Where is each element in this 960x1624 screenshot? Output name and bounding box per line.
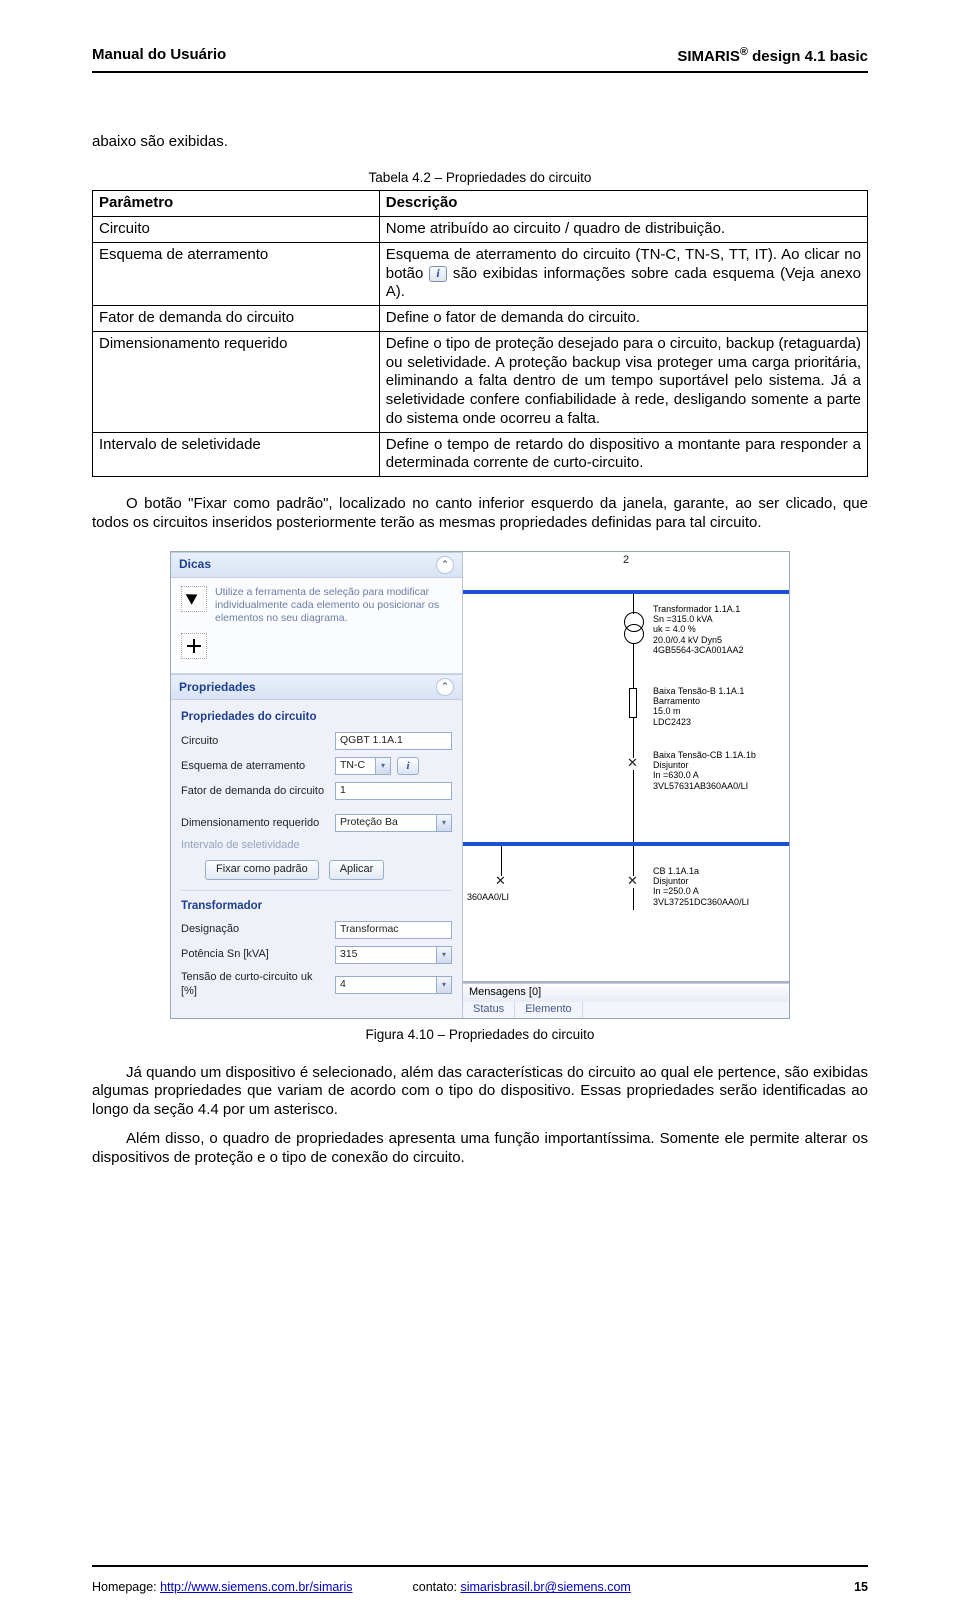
circuito-input[interactable]: QGBT 1.1A.1 xyxy=(335,732,452,750)
bus-bar-2 xyxy=(463,842,789,846)
chevron-down-icon[interactable]: ▾ xyxy=(436,815,451,831)
intervalo-label: Intervalo de seletividade xyxy=(181,839,329,853)
page-footer: Homepage: http://www.siemens.com.br/sima… xyxy=(92,1580,868,1596)
figure-caption: Figura 4.10 – Propriedades do circuito xyxy=(92,1027,868,1044)
wire xyxy=(633,594,634,614)
left-sidebar: Dicas ⌃ Utilize a ferramenta de seleção … xyxy=(171,552,463,1018)
dicas-header[interactable]: Dicas ⌃ xyxy=(171,552,462,578)
esquema-label: Esquema de aterramento xyxy=(181,760,329,774)
tensao-label: Tensão de curto-circuito uk [%] xyxy=(181,971,329,999)
th-param: Parâmetro xyxy=(93,191,380,217)
contact-link[interactable]: simarisbrasil.br@siemens.com xyxy=(460,1580,630,1594)
page-header: Manual do Usuário SIMARIS® design 4.1 ba… xyxy=(92,46,868,67)
chevron-down-icon[interactable]: ▾ xyxy=(375,758,390,774)
column-index: 2 xyxy=(623,554,629,568)
header-right: SIMARIS® design 4.1 basic xyxy=(677,46,868,67)
tensao-select[interactable]: 4 ▾ xyxy=(335,976,452,994)
dim-select[interactable]: Proteção Ba ▾ xyxy=(335,814,452,832)
potencia-select[interactable]: 315 ▾ xyxy=(335,946,452,964)
propriedades-header[interactable]: Propriedades ⌃ xyxy=(171,674,462,700)
table-caption: Tabela 4.2 – Propriedades do circuito xyxy=(92,170,868,187)
col-elemento[interactable]: Elemento xyxy=(515,1002,582,1018)
table-head-row: Parâmetro Descrição xyxy=(93,191,868,217)
table-row: Intervalo de seletividade Define o tempo… xyxy=(93,432,868,477)
paragraph-3: Além disso, o quadro de propriedades apr… xyxy=(92,1130,868,1168)
col-status[interactable]: Status xyxy=(463,1002,515,1018)
collapse-icon[interactable]: ⌃ xyxy=(436,556,454,574)
cb1-label: Baixa Tensão-CB 1.1A.1b Disjuntor In =63… xyxy=(653,750,756,791)
circuito-label: Circuito xyxy=(181,735,329,749)
single-line-diagram[interactable]: 2 Transformador 1.1A.1 Sn =315.0 kVA uk … xyxy=(463,552,789,984)
homepage-label: Homepage: xyxy=(92,1580,160,1594)
contact-label: contato: xyxy=(413,1580,461,1594)
info-icon: i xyxy=(429,266,447,282)
wire xyxy=(501,846,502,876)
wire xyxy=(633,718,634,758)
table-row: Fator de demanda do circuito Define o fa… xyxy=(93,306,868,332)
fator-input[interactable]: 1 xyxy=(335,782,452,800)
collapse-icon[interactable]: ⌃ xyxy=(436,678,454,696)
cb2-label: CB 1.1A.1a Disjuntor In =250.0 A 3VL3725… xyxy=(653,866,749,907)
breaker-symbol[interactable]: ✕ xyxy=(627,874,638,887)
breaker-symbol[interactable]: ✕ xyxy=(495,874,506,887)
propriedades-body: Propriedades do circuito Circuito QGBT 1… xyxy=(171,700,462,1018)
table-row: Esquema de aterramento Esquema de aterra… xyxy=(93,242,868,305)
dica-text-1: Utilize a ferramenta de seleção para mod… xyxy=(215,586,452,625)
messages-header[interactable]: Mensagens [0] xyxy=(463,983,789,1002)
chevron-down-icon[interactable]: ▾ xyxy=(436,977,451,993)
wire xyxy=(633,644,634,688)
intro-line: abaixo são exibidas. xyxy=(92,133,868,152)
chevron-down-icon[interactable]: ▾ xyxy=(436,947,451,963)
paragraph-fixar: O botão "Fixar como padrão", localizado … xyxy=(92,495,868,533)
wire xyxy=(633,888,634,910)
dim-label: Dimensionamento requerido xyxy=(181,817,329,831)
fator-label: Fator de demanda do circuito xyxy=(181,785,329,799)
page-number: 15 xyxy=(854,1580,868,1596)
figure-screenshot: Dicas ⌃ Utilize a ferramenta de seleção … xyxy=(170,551,790,1019)
wire xyxy=(633,846,634,876)
table-row: Circuito Nome atribuído ao circuito / qu… xyxy=(93,217,868,243)
properties-table: Parâmetro Descrição Circuito Nome atribu… xyxy=(92,190,868,477)
header-left: Manual do Usuário xyxy=(92,46,226,67)
paragraph-2: Já quando um dispositivo é selecionado, … xyxy=(92,1064,868,1120)
header-rule xyxy=(92,71,868,73)
busbar-label: Baixa Tensão-B 1.1A.1 Barramento 15.0 m … xyxy=(653,686,744,727)
aplicar-button[interactable]: Aplicar xyxy=(329,860,385,880)
bus-bar-1 xyxy=(463,590,789,594)
breaker-symbol[interactable]: ✕ xyxy=(627,756,638,769)
props-subheader: Propriedades do circuito xyxy=(181,710,452,724)
transformador-subheader: Transformador xyxy=(181,890,452,913)
potencia-label: Potência Sn [kVA] xyxy=(181,948,329,962)
busbar-symbol[interactable] xyxy=(629,688,637,718)
messages-columns: Status Elemento xyxy=(463,1002,789,1018)
wire xyxy=(633,770,634,842)
fixar-padrao-button[interactable]: Fixar como padrão xyxy=(205,860,319,880)
designacao-input[interactable]: Transformac xyxy=(335,921,452,939)
esquema-select[interactable]: TN-C ▾ xyxy=(335,757,391,775)
footer-rule xyxy=(92,1565,868,1567)
move-tool-icon xyxy=(181,633,207,659)
designacao-label: Designação xyxy=(181,923,329,937)
transformer-label: Transformador 1.1A.1 Sn =315.0 kVA uk = … xyxy=(653,604,744,656)
th-desc: Descrição xyxy=(379,191,867,217)
selection-tool-icon xyxy=(181,586,207,612)
diagram-pane: 2 Transformador 1.1A.1 Sn =315.0 kVA uk … xyxy=(463,552,789,1018)
cb-left-label: 360AA0/LI xyxy=(467,892,509,902)
homepage-link[interactable]: http://www.siemens.com.br/simaris xyxy=(160,1580,352,1594)
dicas-body: Utilize a ferramenta de seleção para mod… xyxy=(171,578,462,674)
table-row: Dimensionamento requerido Define o tipo … xyxy=(93,331,868,432)
info-button[interactable]: i xyxy=(397,757,419,775)
transformer-symbol[interactable] xyxy=(624,612,642,642)
